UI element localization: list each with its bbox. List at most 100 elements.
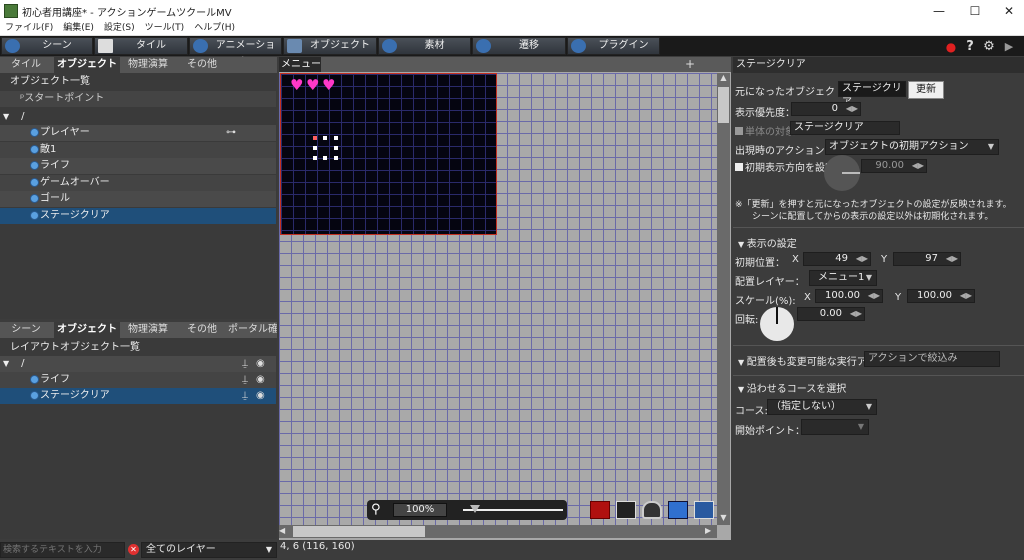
h-scroll-thumb[interactable] xyxy=(293,526,425,537)
zoom-value[interactable]: 100% xyxy=(393,503,447,517)
menu-tools[interactable]: ツール(T) xyxy=(140,22,190,35)
close-button[interactable]: ✕ xyxy=(992,0,1024,22)
single-target-field[interactable]: ステージクリア xyxy=(790,121,900,135)
tab-scene-layout[interactable]: シーン xyxy=(0,322,52,338)
eye-icon[interactable]: ◉ xyxy=(256,388,265,404)
exec-action-header[interactable]: ▼ 配置後も変更可能な実行ア xyxy=(738,353,866,368)
tab-material[interactable]: 素材 xyxy=(378,37,471,55)
layer-filter-select[interactable]: 全てのレイヤー ▼ xyxy=(141,542,277,558)
horizontal-scrollbar[interactable]: ◀ ▶ xyxy=(279,525,717,538)
tab-other-layout[interactable]: その他 xyxy=(176,322,228,338)
stepper-icon[interactable]: ◀▶ xyxy=(850,308,862,320)
tool-swap-icon[interactable] xyxy=(616,501,636,519)
folder-row[interactable]: ▼ / xyxy=(0,109,276,125)
action-filter-input[interactable]: アクションで絞込み xyxy=(864,351,1000,367)
grid-toggle-icon[interactable] xyxy=(668,501,688,519)
tool-shape-icon[interactable] xyxy=(590,501,610,519)
minimize-button[interactable]: — xyxy=(922,0,956,22)
object-list-item[interactable]: 敵1 xyxy=(0,141,276,158)
initial-dir-checkbox[interactable]: 初期表示方向を設定 xyxy=(735,159,835,174)
course-header[interactable]: ▼ 沿わせるコースを選択 xyxy=(738,380,846,395)
pos-x-input[interactable]: 49 ◀▶ xyxy=(803,252,871,266)
stepper-icon[interactable]: ◀▶ xyxy=(846,103,858,115)
eye-icon[interactable]: ◉ xyxy=(256,372,265,388)
canvas-tab[interactable]: メニュー1 xyxy=(279,57,321,85)
vertical-scrollbar[interactable]: ▲ ▼ xyxy=(717,73,730,525)
scene-view[interactable]: ♥ ♥ ♥ xyxy=(280,73,497,235)
object-list-item[interactable]: ライフ xyxy=(0,158,276,174)
gear-icon[interactable]: ⚙ xyxy=(981,39,997,55)
zoom-icon[interactable]: ⚲ xyxy=(371,502,381,517)
help-icon[interactable]: ? xyxy=(962,39,978,55)
magnet-icon[interactable] xyxy=(642,501,662,519)
object-list-item[interactable]: ステージクリア xyxy=(0,207,276,224)
object-list-item[interactable]: ゴール xyxy=(0,191,276,207)
checkbox-icon[interactable] xyxy=(735,163,743,171)
add-icon[interactable]: + xyxy=(683,58,697,71)
priority-input[interactable]: 0 ◀▶ xyxy=(791,102,861,116)
update-button[interactable]: 更新 xyxy=(908,81,944,99)
scene-canvas[interactable]: メニュー1 + ♥ ♥ ♥ ▲ ▼ ◀ ▶ ⚲ 100% xyxy=(279,57,731,540)
object-list-panel: タイル オブジェクト 物理演算 その他 オブジェクト一覧 ᵖスタートポイント ▼… xyxy=(0,57,277,319)
single-target-checkbox[interactable]: 単体の対象 xyxy=(735,123,795,138)
tab-tile[interactable]: タイル xyxy=(94,37,188,55)
stepper-icon[interactable]: ◀▶ xyxy=(960,290,972,302)
stepper-icon[interactable]: ◀▶ xyxy=(946,253,958,265)
object-list-item[interactable]: プレイヤー ⊶ xyxy=(0,125,276,141)
layout-list-item[interactable]: ステージクリア ⍊ ◉ xyxy=(0,388,276,404)
play-icon[interactable]: ▶ xyxy=(1001,39,1017,55)
maximize-button[interactable]: ☐ xyxy=(958,0,992,22)
menu-help[interactable]: ヘルプ(H) xyxy=(189,22,240,35)
rotation-input[interactable]: 0.00 ◀▶ xyxy=(797,307,865,321)
rotation-dial[interactable] xyxy=(760,307,794,341)
start-point-item[interactable]: ᵖスタートポイント xyxy=(0,91,276,107)
layout-folder-row[interactable]: ▼ / ⍊ ◉ xyxy=(0,356,276,372)
tab-transition[interactable]: 遷移 xyxy=(472,37,566,55)
initial-dir-input[interactable]: 90.00 ◀▶ xyxy=(861,159,927,173)
search-input[interactable] xyxy=(0,542,125,558)
scale-y-input[interactable]: 100.00 ◀▶ xyxy=(907,289,975,303)
pos-y-input[interactable]: 97 ◀▶ xyxy=(893,252,961,266)
clear-icon[interactable]: ✕ xyxy=(128,544,139,555)
tab-scene[interactable]: シーン xyxy=(1,37,93,55)
scroll-left-icon[interactable]: ◀ xyxy=(279,526,291,538)
object-marker[interactable] xyxy=(313,136,317,140)
tab-portal[interactable]: ポータル確 xyxy=(228,322,277,338)
course-select[interactable]: （指定しない） ▼ xyxy=(767,399,877,415)
tab-physics-layout[interactable]: 物理演算 xyxy=(120,322,176,338)
stop-icon[interactable]: ● xyxy=(943,39,959,55)
lock-icon[interactable]: ⍊ xyxy=(242,372,248,388)
scroll-down-icon[interactable]: ▼ xyxy=(717,513,730,525)
object-list-item[interactable]: ゲームオーバー xyxy=(0,174,276,191)
tab-object-layout[interactable]: オブジェクト xyxy=(54,322,120,338)
stepper-icon[interactable]: ◀▶ xyxy=(856,253,868,265)
check-tool-icon[interactable] xyxy=(694,501,714,519)
menu-settings[interactable]: 設定(S) xyxy=(99,22,140,35)
menu-file[interactable]: ファイル(F) xyxy=(0,22,58,35)
display-settings-header[interactable]: ▼ 表示の設定 xyxy=(738,235,797,250)
start-point-select[interactable]: ▼ xyxy=(801,419,869,435)
stepper-icon[interactable]: ◀▶ xyxy=(912,160,924,172)
scroll-right-icon[interactable]: ▶ xyxy=(705,526,717,538)
lock-icon[interactable]: ⍊ xyxy=(242,356,248,372)
layer-select[interactable]: メニュー1 ▼ xyxy=(809,270,877,286)
zoom-slider-thumb[interactable] xyxy=(470,505,480,513)
scale-x-input[interactable]: 100.00 ◀▶ xyxy=(815,289,883,303)
checkbox-icon[interactable] xyxy=(735,127,743,135)
tab-object-list[interactable]: オブジェクト xyxy=(54,57,120,73)
layout-list-item[interactable]: ライフ ⍊ ◉ xyxy=(0,372,276,388)
appear-action-select[interactable]: オブジェクトの初期アクション ▼ xyxy=(825,139,999,155)
tab-object[interactable]: オブジェクト xyxy=(283,37,377,55)
menu-edit[interactable]: 編集(E) xyxy=(58,22,99,35)
lock-icon[interactable]: ⍊ xyxy=(242,388,248,404)
tab-plugin[interactable]: プラグイン xyxy=(567,37,660,55)
tab-animation[interactable]: アニメーション xyxy=(189,37,282,67)
stepper-icon[interactable]: ◀▶ xyxy=(868,290,880,302)
scroll-up-icon[interactable]: ▲ xyxy=(717,73,730,85)
scroll-thumb[interactable] xyxy=(718,87,729,123)
tab-physics[interactable]: 物理演算 xyxy=(120,57,176,73)
tab-tile-list[interactable]: タイル xyxy=(0,57,52,73)
eye-icon[interactable]: ◉ xyxy=(256,356,265,372)
direction-dial[interactable] xyxy=(824,155,860,191)
tab-other[interactable]: その他 xyxy=(176,57,228,73)
